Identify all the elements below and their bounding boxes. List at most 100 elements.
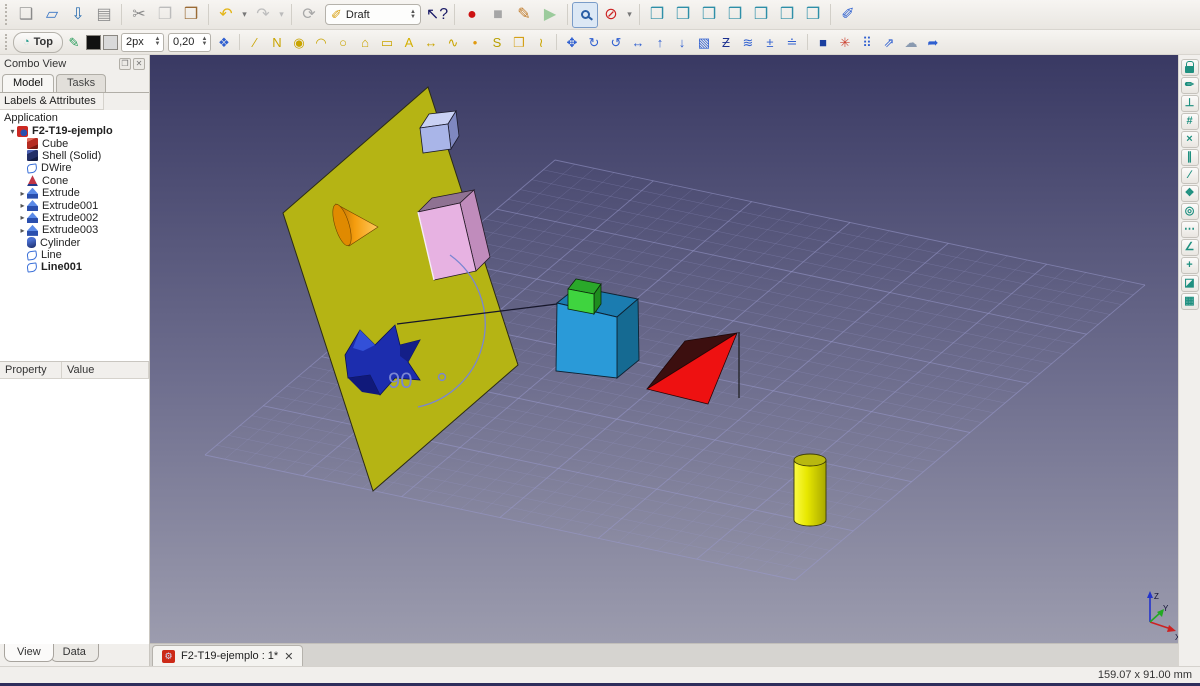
tree-expander-icon[interactable]: ▸ — [18, 213, 27, 222]
green-cube-object[interactable] — [568, 279, 601, 314]
tree-item-cube[interactable]: Cube — [0, 137, 149, 149]
snap-workingplane-button[interactable]: ◪ — [1181, 275, 1199, 292]
spin-arrows-icon[interactable]: ▲▼ — [152, 37, 163, 47]
draft-scale-button[interactable]: ✳ — [834, 32, 856, 53]
tree-item-shell[interactable]: Shell (Solid) — [0, 150, 149, 162]
draft-patharray-button[interactable]: ⇗ — [878, 32, 900, 53]
draft-rotate-button[interactable]: ↻ — [583, 32, 605, 53]
tree-item-cylinder[interactable]: Cylinder — [0, 237, 149, 249]
autogroup-button[interactable]: ❖ — [213, 32, 235, 53]
tree-item-dwire[interactable]: DWire — [0, 162, 149, 174]
tab-model[interactable]: Model — [2, 74, 54, 92]
clip-plane-button[interactable]: ⊘ — [598, 2, 624, 28]
toggle-construction-button[interactable]: ✎ — [63, 32, 85, 53]
draft-edit-button[interactable]: ▧ — [693, 32, 715, 53]
redo-button[interactable]: ↷ — [250, 2, 276, 28]
tab-tasks[interactable]: Tasks — [56, 74, 106, 92]
undo-button[interactable]: ↶ — [213, 2, 239, 28]
tree-item-extrude001[interactable]: ▸Extrude001 — [0, 199, 149, 211]
snap-extension-button[interactable]: ∕ — [1181, 167, 1199, 184]
tree-item-cone[interactable]: Cone — [0, 175, 149, 187]
workbench-selector[interactable]: ✐Draft▲▼ — [325, 4, 421, 25]
toolbar-drag-handle[interactable] — [5, 34, 10, 51]
document-tab-close-icon[interactable]: ✕ — [284, 650, 293, 663]
measure-distance-button[interactable]: ✐ — [835, 2, 861, 28]
snap-intersection-button[interactable]: × — [1181, 131, 1199, 148]
draft-trimex-button[interactable]: Ƶ — [715, 32, 737, 53]
draft-split-button[interactable]: ± — [759, 32, 781, 53]
view-isometric-button[interactable]: ❒ — [644, 2, 670, 28]
view-bottom-button[interactable]: ❒ — [774, 2, 800, 28]
draft-shape2dview-button[interactable]: ≋ — [737, 32, 759, 53]
3d-viewport[interactable]: 90 — [150, 55, 1178, 643]
scale-spin[interactable]: 0,20▲▼ — [168, 33, 211, 52]
snap-lock-button[interactable] — [1181, 59, 1199, 76]
tree-item-document[interactable]: ▾F2-T19-ejemplo — [0, 125, 149, 137]
draft-stretch-button[interactable]: ↔ — [627, 32, 649, 53]
tree-item-extrude[interactable]: ▸Extrude — [0, 187, 149, 199]
snap-parallel-button[interactable]: ∥ — [1181, 149, 1199, 166]
draft-point-button[interactable]: • — [464, 32, 486, 53]
snap-concentric-button[interactable]: ◎ — [1181, 203, 1199, 220]
face-color-swatch[interactable] — [103, 35, 118, 50]
view-left-button[interactable]: ❒ — [800, 2, 826, 28]
draft-bspline-button[interactable]: ∿ — [442, 32, 464, 53]
new-document-button[interactable]: ❑ — [13, 2, 39, 28]
property-column-header[interactable]: Property — [0, 362, 62, 378]
toggle-grid-button[interactable]: ▦ — [1181, 293, 1199, 310]
draft-tosketch-button[interactable]: ➦ — [922, 32, 944, 53]
undo-dropdown[interactable]: ▾ — [239, 2, 250, 28]
draft-array-button[interactable]: ⠿ — [856, 32, 878, 53]
draft-polygon-button[interactable]: ⌂ — [354, 32, 376, 53]
document-tab[interactable]: ⚙ F2-T19-ejemplo : 1* ✕ — [152, 645, 303, 666]
draft-offset-button[interactable]: ↺ — [605, 32, 627, 53]
tree-item-extrude003[interactable]: ▸Extrude003 — [0, 224, 149, 236]
panel-float-button[interactable]: ❐ — [119, 58, 131, 70]
redo-dropdown[interactable]: ▾ — [276, 2, 287, 28]
draft-bezier-button[interactable]: ≀ — [530, 32, 552, 53]
fit-all-button[interactable] — [572, 2, 598, 28]
combo-spinner-icon[interactable]: ▲▼ — [408, 10, 418, 20]
draft-line-button[interactable]: ∕ — [244, 32, 266, 53]
macro-edit-button[interactable]: ✎ — [511, 2, 537, 28]
draft-upgrade-button[interactable]: ↑ — [649, 32, 671, 53]
tree-expander-icon[interactable]: ▸ — [18, 189, 27, 198]
macro-stop-button[interactable]: ■ — [485, 2, 511, 28]
draft-ellipse-button[interactable]: ○ — [332, 32, 354, 53]
tree-item-line[interactable]: Line — [0, 249, 149, 261]
draft-wire-button[interactable]: N — [266, 32, 288, 53]
snap-endpoint-button[interactable]: ✏ — [1181, 77, 1199, 94]
draft-rectangle-button[interactable]: ▭ — [376, 32, 398, 53]
draft-clone-button[interactable]: ☁ — [900, 32, 922, 53]
draft-movetogroup-button[interactable]: ■ — [812, 32, 834, 53]
tree-expander-icon[interactable]: ▸ — [18, 226, 27, 235]
tree-expander-icon[interactable]: ▸ — [18, 201, 27, 210]
copy-button[interactable]: ❐ — [152, 2, 178, 28]
snap-perpendicular-button[interactable]: ⊥ — [1181, 95, 1199, 112]
snap-angle-button[interactable]: ∠ — [1181, 239, 1199, 256]
snap-grid-button[interactable]: # — [1181, 113, 1199, 130]
open-file-button[interactable]: ▱ — [39, 2, 65, 28]
draft-dimension-button[interactable]: ↔ — [420, 32, 442, 53]
draft-downgrade-button[interactable]: ↓ — [671, 32, 693, 53]
line-width-spin[interactable]: 2px▲▼ — [121, 33, 164, 52]
macro-record-button[interactable]: ● — [459, 2, 485, 28]
snap-midpoint-button[interactable]: + — [1181, 257, 1199, 274]
print-button[interactable]: ▤ — [91, 2, 117, 28]
draft-shapestring-button[interactable]: S — [486, 32, 508, 53]
working-plane-button[interactable]: ◔Top — [13, 32, 63, 53]
clip-dropdown[interactable]: ▾ — [624, 2, 635, 28]
draft-join-button[interactable]: ≐ — [781, 32, 803, 53]
snap-center-button[interactable]: ❖ — [1181, 185, 1199, 202]
draft-arc-button[interactable]: ◠ — [310, 32, 332, 53]
view-front-button[interactable]: ❒ — [670, 2, 696, 28]
spin-arrows-icon[interactable]: ▲▼ — [199, 37, 210, 47]
labels-attributes-header[interactable]: Labels & Attributes — [0, 93, 104, 110]
view-rear-button[interactable]: ❒ — [748, 2, 774, 28]
tree-expander-icon[interactable]: ▾ — [8, 127, 17, 136]
refresh-button[interactable]: ⟳ — [296, 2, 322, 28]
value-column-header[interactable]: Value — [62, 362, 149, 378]
tree-item-line001[interactable]: Line001 — [0, 261, 149, 273]
draft-facebinder-button[interactable]: ❒ — [508, 32, 530, 53]
paste-button[interactable]: ❒ — [178, 2, 204, 28]
